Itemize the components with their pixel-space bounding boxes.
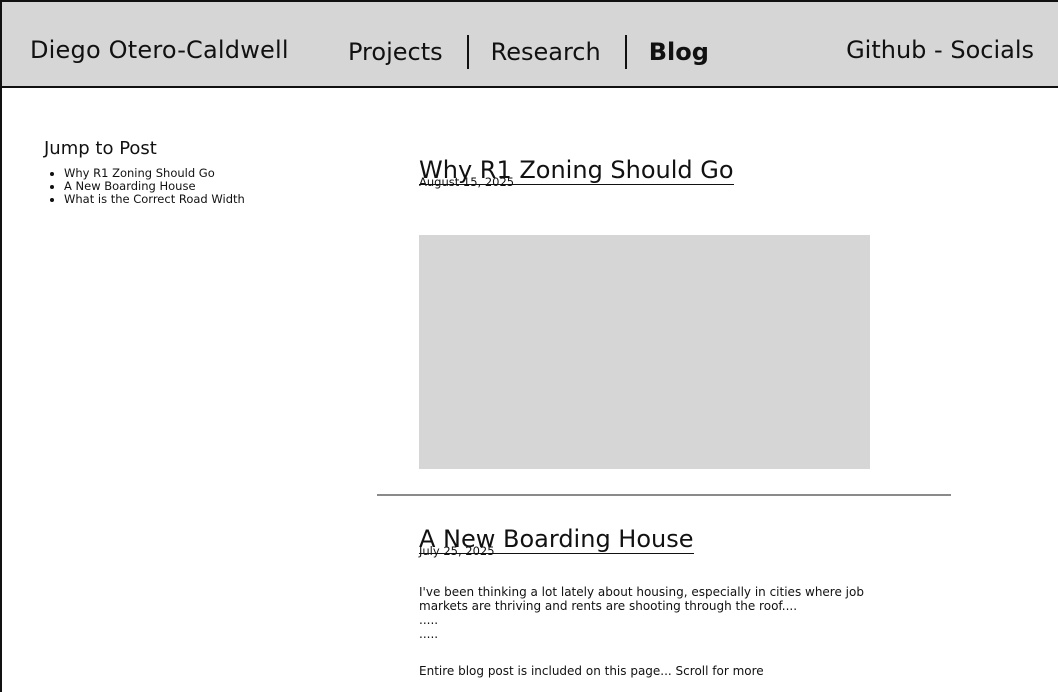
- list-item: What is the Correct Road Width: [64, 193, 344, 206]
- scroll-note: Entire blog post is included on this pag…: [419, 664, 764, 678]
- sidebar-heading: Jump to Post: [44, 138, 157, 159]
- excerpt-ellipsis: .....: [419, 627, 439, 641]
- excerpt-ellipsis: .....: [419, 613, 439, 627]
- excerpt-text: I've been thinking a lot lately about ho…: [419, 585, 864, 613]
- main-nav: Projects Research Blog: [348, 32, 709, 72]
- nav-research-link[interactable]: Research: [491, 38, 601, 66]
- post-list: Why R1 Zoning Should Go A New Boarding H…: [44, 167, 344, 206]
- nav-blog-link[interactable]: Blog: [649, 38, 709, 66]
- socials: Github - Socials: [846, 36, 1034, 64]
- nav-projects-link[interactable]: Projects: [348, 38, 443, 66]
- sidebar-item-r1-zoning[interactable]: Why R1 Zoning Should Go: [64, 166, 215, 180]
- blog-post: Why R1 Zoning Should Go August 15, 2025: [419, 156, 734, 188]
- blog-post: A New Boarding House July 25, 2025: [419, 525, 694, 557]
- sidebar-item-road-width[interactable]: What is the Correct Road Width: [64, 192, 245, 206]
- socials-link[interactable]: Github - Socials: [846, 36, 1034, 64]
- nav-separator: [466, 35, 469, 69]
- site-name-link[interactable]: Diego Otero-Caldwell: [30, 36, 289, 64]
- jump-to-post-sidebar: Jump to Post Why R1 Zoning Should Go A N…: [44, 138, 344, 206]
- nav-separator: [624, 35, 627, 69]
- post-excerpt: I've been thinking a lot lately about ho…: [419, 585, 899, 641]
- sidebar-item-boarding-house[interactable]: A New Boarding House: [64, 179, 196, 193]
- post-image-placeholder: [419, 235, 870, 469]
- post-divider: [377, 494, 951, 496]
- site-header: Diego Otero-Caldwell Projects Research B…: [2, 2, 1058, 88]
